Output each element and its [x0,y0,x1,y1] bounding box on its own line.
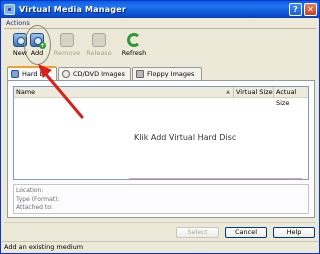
annotation-arrow [38,64,84,119]
